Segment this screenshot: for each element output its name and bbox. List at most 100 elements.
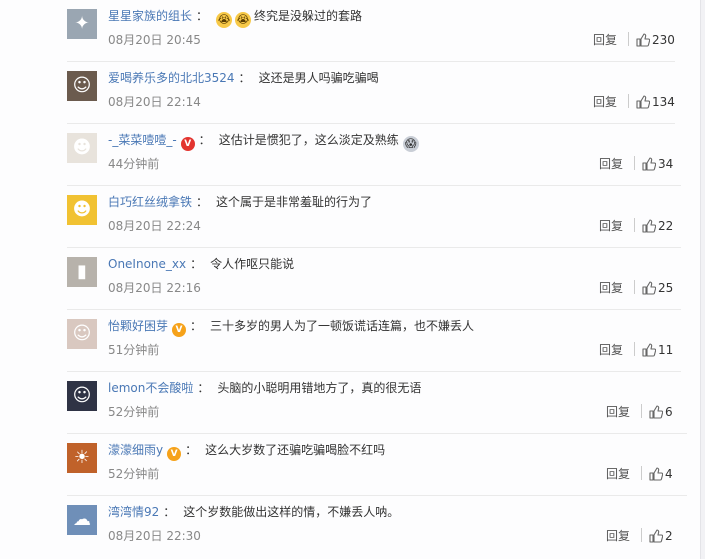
action-divider <box>628 32 629 46</box>
comment-line: lemon不会酸啦 ： 头脑的小聪明用错地方了，真的很无语 <box>108 378 421 398</box>
like-button[interactable]: 34 <box>642 155 673 173</box>
like-button[interactable]: 230 <box>636 31 675 49</box>
reply-button[interactable]: 回复 <box>593 94 617 110</box>
thumbs-up-icon <box>649 529 665 543</box>
comment-line: 怡颗好困芽 V： 三十多岁的男人为了一顿饭谎话连篇，也不嫌丢人 <box>108 316 475 337</box>
colon-separator: ： <box>163 505 176 519</box>
comment-timestamp: 51分钟前 <box>108 343 160 357</box>
sunset-photo-icon: ☀ <box>73 447 91 468</box>
thumbs-up-icon <box>642 219 658 233</box>
username-link[interactable]: 星星家族的组长 <box>108 9 192 23</box>
reply-button[interactable]: 回复 <box>606 404 630 420</box>
reply-button[interactable]: 回复 <box>606 466 630 482</box>
username-link[interactable]: 怡颗好困芽 <box>108 319 168 333</box>
like-button[interactable]: 25 <box>642 279 673 297</box>
colon-separator: ： <box>197 381 210 395</box>
comment-item: ☺ 怡颗好困芽 V： 三十多岁的男人为了一顿饭谎话连篇，也不嫌丢人 51分钟前 回复 11 <box>0 310 700 372</box>
comment-line: 星星家族的组长： 😭 😭 终究是没躲过的套路 <box>108 6 363 28</box>
username-link[interactable]: 白巧红丝绒拿铁 <box>108 195 192 209</box>
thumbs-up-icon <box>649 405 665 419</box>
laugh-cry-emoji-icon: 😭 <box>216 12 233 28</box>
comment-line: 白巧红丝绒拿铁 ： 这个属于是非常羞耻的行为了 <box>108 192 372 212</box>
comment-item: ☻ 白巧红丝绒拿铁 ： 这个属于是非常羞耻的行为了 08月20日 22:24 回复 22 <box>0 186 700 248</box>
like-button[interactable]: 134 <box>636 93 675 111</box>
reply-button[interactable]: 回复 <box>593 32 617 48</box>
like-button[interactable]: 22 <box>642 217 673 235</box>
comment-line: 濛濛细雨y V： 这么大岁数了还骗吃骗喝脸不红吗 <box>108 440 386 461</box>
colon-separator: ： <box>196 195 209 209</box>
comment-item: ☻ -_菜菜噎噎_- V： 这估计是惯犯了，这么淡定及熟练 😱 44分钟前 回复 34 <box>0 124 700 186</box>
comment-text: 终究是没躲过的套路 <box>254 9 363 23</box>
comment-timestamp: 52分钟前 <box>108 467 160 481</box>
thumbs-up-icon <box>642 343 658 357</box>
comment-item: ✦ 星星家族的组长： 😭 😭 终究是没躲过的套路 08月20日 20:45 回复 230 <box>0 0 700 62</box>
comment-text: 这么大岁数了还骗吃骗喝脸不红吗 <box>205 443 386 457</box>
colon-separator: ： <box>190 319 203 333</box>
avatar[interactable]: ☀ <box>67 443 97 473</box>
username-link[interactable]: 爱喝养乐多的北北3524 <box>108 71 235 85</box>
comment-item: ☺ lemon不会酸啦 ： 头脑的小聪明用错地方了，真的很无语 52分钟前 回复 6 <box>0 372 700 434</box>
like-button[interactable]: 4 <box>649 465 673 483</box>
comment-item: ☁ 湾湾情92 ： 这个岁数能做出这样的情，不嫌丢人呐。 08月20日 22:30 回复 2 <box>0 496 700 558</box>
reply-button[interactable]: 回复 <box>599 218 623 234</box>
v-verified-badge-icon[interactable]: V <box>167 447 182 461</box>
comment-item: ▮ OneInone_xx ： 令人作呕只能说 08月20日 22:16 回复 25 <box>0 248 700 310</box>
comment-timestamp: 52分钟前 <box>108 405 160 419</box>
reply-button[interactable]: 回复 <box>599 342 623 358</box>
v-verified-badge-icon[interactable]: V <box>180 137 195 151</box>
user-photo-icon: ☺ <box>72 385 92 406</box>
cartoon-avatar-icon: ☻ <box>72 137 92 158</box>
colon-separator: ： <box>238 71 251 85</box>
like-count: 4 <box>665 467 673 481</box>
avatar[interactable]: ▮ <box>67 257 97 287</box>
action-divider <box>641 466 642 480</box>
comment-timestamp: 08月20日 22:16 <box>108 281 201 295</box>
comment-timestamp: 08月20日 22:24 <box>108 219 201 233</box>
like-count: 22 <box>658 219 674 233</box>
like-button[interactable]: 6 <box>649 403 673 421</box>
comment-line: 湾湾情92 ： 这个岁数能做出这样的情，不嫌丢人呐。 <box>108 502 399 522</box>
like-count: 6 <box>665 405 673 419</box>
user-photo-icon: ☺ <box>72 75 92 96</box>
thumbs-up-icon <box>642 281 658 295</box>
like-button[interactable]: 2 <box>649 527 673 545</box>
action-divider <box>628 94 629 108</box>
comment-text: 这个岁数能做出这样的情，不嫌丢人呐。 <box>183 505 400 519</box>
avatar[interactable]: ☻ <box>67 195 97 225</box>
colon-separator: ： <box>190 257 203 271</box>
comment-line: 爱喝养乐多的北北3524： 这还是男人吗骗吃骗喝 <box>108 68 379 88</box>
comment-timestamp: 08月20日 20:45 <box>108 33 201 47</box>
username-link[interactable]: -_菜菜噎噎_- <box>108 133 177 147</box>
shocked-emoji-icon: 😱 <box>402 136 419 152</box>
comment-item: ☀ 濛濛细雨y V： 这么大岁数了还骗吃骗喝脸不红吗 52分钟前 回复 4 <box>0 434 700 496</box>
avatar[interactable]: ✦ <box>67 9 97 39</box>
reply-button[interactable]: 回复 <box>606 528 630 544</box>
cartoon-avatar-icon: ☻ <box>72 199 92 220</box>
comment-text: 三十多岁的男人为了一顿饭谎话连篇，也不嫌丢人 <box>210 319 475 333</box>
panel-border <box>700 0 701 559</box>
username-link[interactable]: 湾湾情92 <box>108 505 159 519</box>
comment-text: 头脑的小聪明用错地方了，真的很无语 <box>217 381 422 395</box>
like-count: 25 <box>658 281 674 295</box>
username-link[interactable]: 濛濛细雨y <box>108 443 163 457</box>
reply-button[interactable]: 回复 <box>599 280 623 296</box>
thumbs-up-icon <box>649 467 665 481</box>
avatar[interactable]: ☁ <box>67 505 97 535</box>
action-divider <box>634 156 635 170</box>
v-verified-badge-icon[interactable]: V <box>172 323 187 337</box>
avatar[interactable]: ☺ <box>67 319 97 349</box>
username-link[interactable]: lemon不会酸啦 <box>108 381 193 395</box>
avatar[interactable]: ☻ <box>67 133 97 163</box>
avatar[interactable]: ☺ <box>67 381 97 411</box>
reply-button[interactable]: 回复 <box>599 156 623 172</box>
comment-text: 这个属于是非常羞耻的行为了 <box>216 195 373 209</box>
username-link[interactable]: OneInone_xx <box>108 257 186 271</box>
comment-line: -_菜菜噎噎_- V： 这估计是惯犯了，这么淡定及熟练 😱 <box>108 130 422 152</box>
laugh-cry-emoji-icon: 😭 <box>235 12 252 28</box>
like-button[interactable]: 11 <box>642 341 673 359</box>
comment-timestamp: 08月20日 22:30 <box>108 529 201 543</box>
like-count: 34 <box>658 157 674 171</box>
comment-timestamp: 08月20日 22:14 <box>108 95 201 109</box>
avatar[interactable]: ☺ <box>67 71 97 101</box>
user-photo-icon: ✦ <box>74 13 90 34</box>
